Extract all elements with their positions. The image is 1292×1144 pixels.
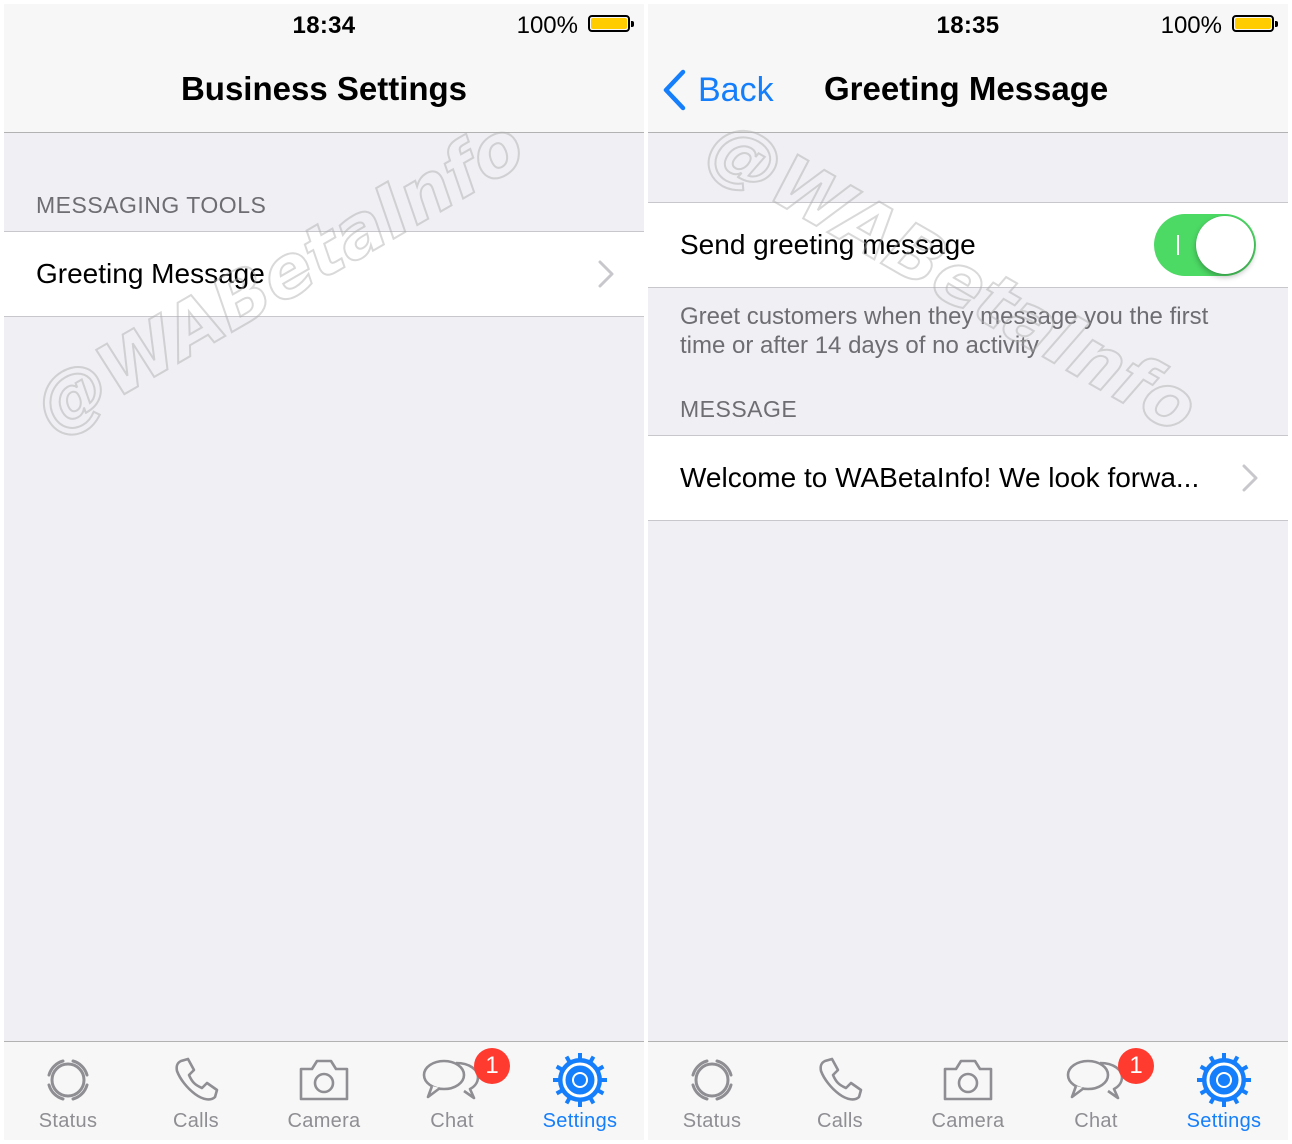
tab-label-calls: Calls (173, 1110, 219, 1132)
chat-unread-badge: 1 (1118, 1048, 1154, 1084)
business-settings-screen: 18:34 100% Business Settings MESSAGING T… (4, 4, 644, 1140)
send-greeting-toggle[interactable] (1154, 214, 1256, 276)
greeting-message-preview: Welcome to WABetaInfo! We look forwa... (680, 462, 1200, 493)
battery-percent: 100% (1160, 12, 1222, 39)
phone-icon (815, 1052, 865, 1108)
tab-chat[interactable]: 1 Chat (388, 1042, 516, 1140)
tab-settings[interactable]: Settings (516, 1042, 644, 1140)
navigation-bar: Business Settings (4, 44, 644, 133)
tab-bar: Status Calls Camera 1 Chat Settings (4, 1041, 644, 1140)
chevron-right-icon (598, 260, 614, 288)
navigation-bar: Back Greeting Message (648, 44, 1288, 133)
chat-unread-badge: 1 (474, 1048, 510, 1084)
status-icon (685, 1052, 739, 1108)
page-title: Business Settings (180, 70, 468, 107)
greeting-message-screen: 18:35 100% Back Greeting Message Send gr… (648, 4, 1288, 1140)
phone-icon (171, 1052, 221, 1108)
battery-percent: 100% (516, 12, 578, 39)
send-greeting-label: Send greeting message (680, 229, 976, 260)
chevron-right-icon (1242, 464, 1258, 492)
tab-camera[interactable]: Camera (904, 1042, 1032, 1140)
tab-calls[interactable]: Calls (132, 1042, 260, 1140)
tab-label-chat: Chat (430, 1110, 474, 1132)
section-header-message: MESSAGE (680, 396, 798, 422)
battery-icon (588, 15, 634, 32)
gear-icon (552, 1052, 608, 1108)
greeting-message-text-row[interactable]: Welcome to WABetaInfo! We look forwa... (648, 435, 1288, 521)
tab-status[interactable]: Status (4, 1042, 132, 1140)
tab-label-chat: Chat (1074, 1110, 1118, 1132)
tab-calls[interactable]: Calls (776, 1042, 904, 1140)
toggle-knob (1196, 216, 1254, 274)
status-icon (41, 1052, 95, 1108)
camera-icon (941, 1052, 995, 1108)
tab-label-status: Status (682, 1110, 742, 1132)
tab-bar: Status Calls Camera 1 Chat Settings (648, 1041, 1288, 1140)
tab-camera[interactable]: Camera (260, 1042, 388, 1140)
camera-icon (297, 1052, 351, 1108)
page-title: Greeting Message (824, 70, 1109, 107)
send-greeting-row: Send greeting message (648, 202, 1288, 288)
back-button[interactable]: Back (662, 68, 774, 112)
toggle-on-mark (1177, 235, 1179, 255)
tab-status[interactable]: Status (648, 1042, 776, 1140)
chevron-left-icon (663, 69, 686, 111)
greeting-message-label: Greeting Message (36, 258, 265, 289)
tab-label-camera: Camera (287, 1110, 361, 1132)
section-header-messaging-tools: MESSAGING TOOLS (36, 192, 267, 218)
tab-chat[interactable]: 1 Chat (1032, 1042, 1160, 1140)
tab-label-settings: Settings (542, 1110, 618, 1132)
status-bar: 18:34 100% (4, 4, 644, 44)
tab-label-calls: Calls (817, 1110, 863, 1132)
greeting-message-row[interactable]: Greeting Message (4, 231, 644, 317)
battery-icon (1232, 15, 1278, 32)
greeting-description: Greet customers when they message you th… (680, 303, 1209, 359)
tab-label-status: Status (38, 1110, 98, 1132)
tab-settings[interactable]: Settings (1160, 1042, 1288, 1140)
back-label: Back (698, 70, 774, 109)
status-bar: 18:35 100% (648, 4, 1288, 44)
tab-label-settings: Settings (1186, 1110, 1262, 1132)
tab-label-camera: Camera (931, 1110, 1005, 1132)
gear-icon (1196, 1052, 1252, 1108)
